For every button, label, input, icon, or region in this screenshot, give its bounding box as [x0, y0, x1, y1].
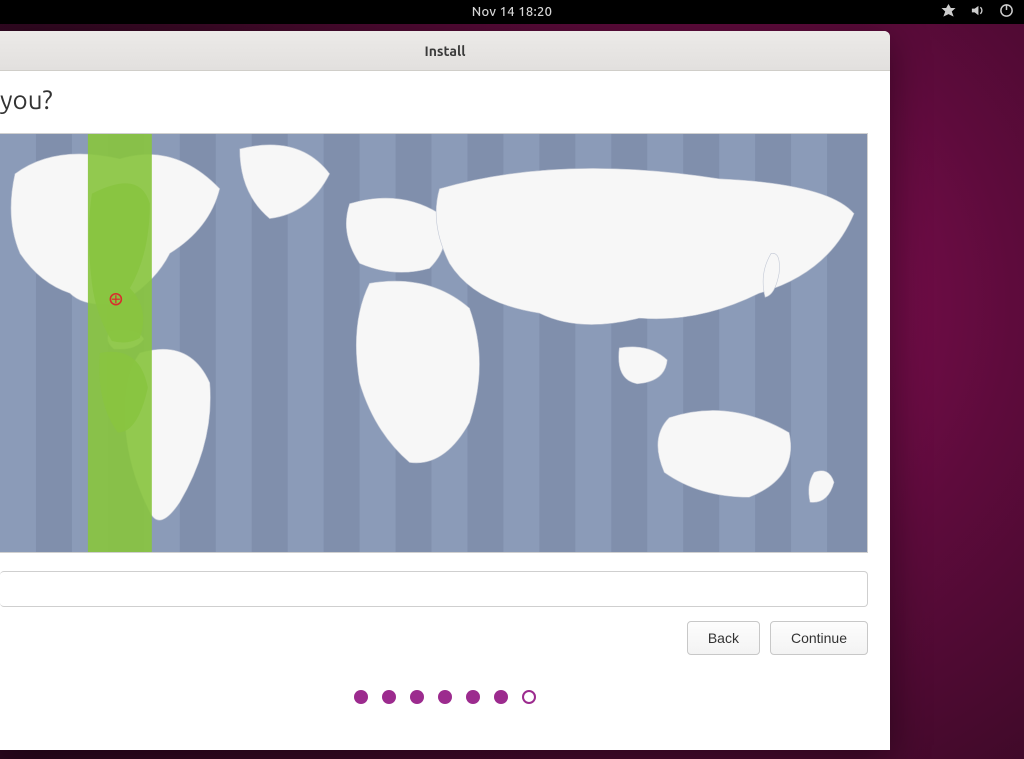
progress-dot	[354, 690, 368, 704]
clock-label: Nov 14 18:20	[472, 5, 553, 19]
timezone-map[interactable]	[0, 133, 868, 553]
selected-timezone-band	[88, 134, 152, 552]
progress-dot	[494, 690, 508, 704]
power-icon[interactable]	[999, 3, 1014, 21]
progress-dot	[522, 690, 536, 704]
nav-button-row: Back Continue	[687, 621, 868, 655]
location-input[interactable]	[0, 571, 868, 607]
installer-content: you?	[0, 71, 890, 750]
window-title: Install	[425, 43, 466, 59]
back-button[interactable]: Back	[687, 621, 760, 655]
progress-dot	[438, 690, 452, 704]
page-heading: you?	[0, 85, 53, 114]
location-pin-icon	[110, 294, 121, 305]
progress-dot	[410, 690, 424, 704]
top-menubar: Nov 14 18:20	[0, 0, 1024, 24]
progress-dot	[382, 690, 396, 704]
window-titlebar: Install	[0, 31, 890, 71]
continue-button[interactable]: Continue	[770, 621, 868, 655]
system-tray	[941, 0, 1014, 24]
network-icon[interactable]	[941, 3, 956, 21]
progress-dots	[0, 690, 890, 704]
volume-icon[interactable]	[970, 3, 985, 21]
installer-window: Install you?	[0, 31, 890, 750]
progress-dot	[466, 690, 480, 704]
